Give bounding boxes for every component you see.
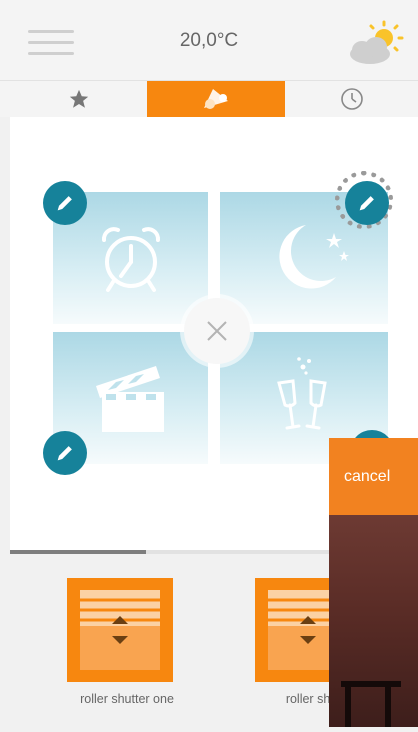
silhouette-image (341, 681, 401, 727)
secondary-screen-overlay: cancel (329, 438, 418, 727)
top-bar: 20,0°C (0, 0, 418, 81)
tab-bar (0, 81, 418, 117)
background-photo (329, 515, 418, 727)
cancel-button[interactable]: cancel (329, 438, 418, 515)
clock-icon (340, 88, 363, 110)
moon-stars-icon (279, 225, 349, 289)
page-scroll-thumb (10, 550, 146, 554)
close-icon (207, 321, 227, 341)
star-icon (69, 89, 89, 108)
champagne-glasses-icon (277, 357, 327, 430)
edit-scene-movie-button[interactable] (43, 431, 87, 475)
roller-shutter-icon (80, 590, 160, 670)
pencil-icon (57, 196, 72, 211)
device-tile-roller-shutter-one[interactable]: roller shutter one (67, 578, 179, 706)
roller-shutter-button[interactable] (67, 578, 173, 682)
clapperboard-icon (95, 366, 164, 432)
edit-scene-wake-button[interactable] (43, 181, 87, 225)
alarm-clock-icon (101, 227, 160, 292)
close-scene-editor-button[interactable] (184, 298, 250, 364)
scenes-icon (204, 89, 228, 109)
pencil-icon (359, 196, 374, 211)
partly-sunny-icon (350, 20, 404, 64)
tab-favorites[interactable] (10, 81, 148, 117)
tab-scenes[interactable] (147, 81, 285, 117)
pencil-icon (57, 446, 72, 461)
edit-scene-night-button[interactable] (345, 181, 389, 225)
tab-timer[interactable] (285, 81, 418, 117)
device-label: roller shutter one (80, 692, 174, 706)
